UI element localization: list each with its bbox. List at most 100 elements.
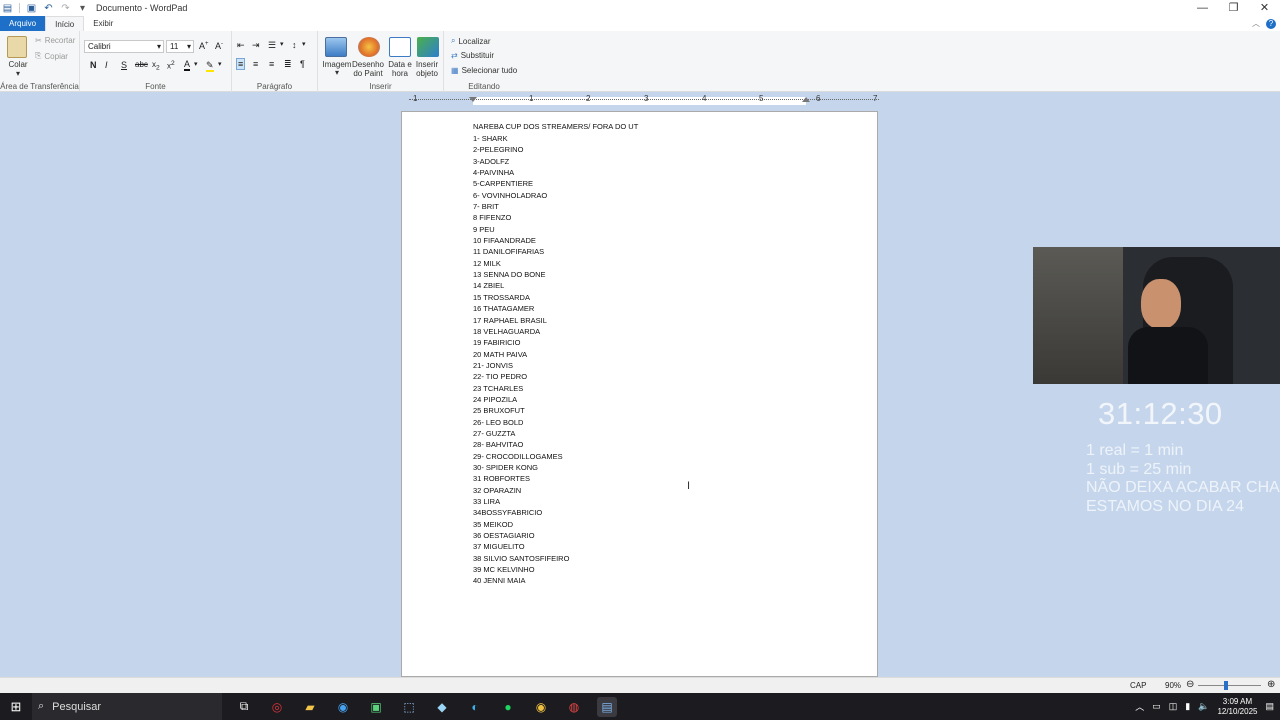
line-spacing-icon[interactable]: ↕ (292, 40, 297, 50)
tab-view[interactable]: Exibir (84, 16, 122, 31)
bullet-list-icon[interactable]: ☰ (268, 40, 276, 51)
paint-drawing-button[interactable]: Desenho do Paint (350, 60, 386, 78)
font-size-select[interactable]: 11 ▾ (166, 40, 194, 53)
font-family-value: Calibri (88, 42, 111, 51)
close-button[interactable]: ✕ (1249, 0, 1280, 16)
grow-font-icon[interactable]: A+ (199, 41, 209, 51)
chevron-down-icon[interactable]: ▾ (302, 40, 306, 48)
battery-icon[interactable]: ▮ (1185, 701, 1190, 712)
file-explorer-icon[interactable]: ▰ (300, 697, 320, 717)
bold-button[interactable]: N (90, 60, 97, 70)
paste-dropdown-icon[interactable]: ▾ (3, 69, 33, 78)
save-icon[interactable]: ▣ (26, 3, 37, 14)
document-line: 11 DANILOFIFARIAS (473, 247, 545, 257)
align-right-button[interactable]: ≡ (269, 59, 274, 69)
store-icon[interactable]: ⬚ (399, 697, 419, 717)
help-icon[interactable]: ? (1266, 18, 1276, 29)
app-icon[interactable]: ◎ (267, 697, 287, 717)
justify-button[interactable]: ≣ (284, 59, 292, 70)
spotify-icon[interactable]: ● (498, 697, 518, 717)
paragraph-settings-icon[interactable]: ¶ (300, 59, 305, 69)
webcam-icon[interactable]: ◫ (1169, 701, 1178, 712)
paste-button[interactable]: Colar (3, 60, 33, 69)
shrink-font-icon[interactable]: A- (215, 41, 223, 51)
right-indent-handle[interactable] (802, 97, 810, 102)
align-center-button[interactable]: ≡ (253, 59, 258, 69)
chevron-up-icon[interactable]: ︿ (1135, 700, 1144, 713)
copy-button[interactable]: ⎘ Copiar (35, 51, 68, 61)
zoom-slider-thumb[interactable] (1224, 681, 1229, 690)
document-line: 29- CROCODILLOGAMES (473, 451, 563, 461)
find-button[interactable]: ⌕ Localizar (451, 36, 491, 46)
ribbon-tabs: Arquivo Início Exibir ︿ ? (0, 16, 1280, 31)
speaker-icon[interactable]: 🔈 (1198, 701, 1209, 712)
tab-home[interactable]: Início (45, 16, 85, 31)
maximize-button[interactable]: ❐ (1218, 0, 1249, 16)
insert-object-icon[interactable] (417, 37, 439, 57)
wordpad-taskbar-icon[interactable]: ▤ (597, 696, 617, 717)
chevron-down-icon[interactable]: ▾ (218, 60, 222, 68)
superscript-button[interactable]: x2 (167, 60, 175, 71)
windows-start-icon[interactable]: ⊞ (0, 699, 32, 715)
tab-file[interactable]: Arquivo (0, 16, 46, 31)
strikethrough-button[interactable]: abc (135, 60, 148, 69)
obs-icon[interactable]: ◍ (564, 697, 584, 717)
document-line: 10 FIFAANDRADE (473, 236, 536, 246)
cut-button[interactable]: ✂ Recortar (35, 36, 75, 45)
chrome-icon[interactable]: ◉ (531, 697, 551, 717)
zoom-in-button[interactable]: ⊕ (1267, 679, 1275, 690)
title-bar: ▤ ▣ ↶ ↷ ▾ Documento - WordPad — ❐ ✕ (0, 0, 1280, 16)
zoom-out-button[interactable]: ⊖ (1186, 679, 1194, 690)
document-line: 31 ROBFORTES (473, 474, 530, 484)
document-line: 40 JENNI MAIA (473, 576, 526, 586)
clock-date: 12/10/2025 (1217, 706, 1258, 716)
underline-button[interactable]: S (121, 60, 127, 70)
insert-object-button[interactable]: Inserir objeto (412, 60, 442, 78)
replace-button[interactable]: ⇄ Substituir (451, 51, 494, 60)
customize-qat-icon[interactable]: ▾ (77, 3, 88, 14)
chevron-down-icon[interactable]: ▾ (320, 68, 354, 77)
paste-icon[interactable] (7, 36, 27, 58)
app-icon[interactable]: ▣ (366, 697, 386, 717)
redo-icon[interactable]: ↷ (60, 3, 71, 14)
increase-indent-icon[interactable]: ⇥ (252, 40, 260, 51)
notifications-icon[interactable]: ▤ (1265, 701, 1274, 712)
first-line-indent-handle[interactable] (469, 97, 477, 102)
calendar-clock-icon[interactable] (389, 37, 411, 57)
font-group-label: Fonte (145, 82, 166, 91)
decrease-indent-icon[interactable]: ⇤ (237, 40, 245, 51)
taskbar-search[interactable]: ⌕ Pesquisar (32, 693, 222, 720)
subscript-button[interactable]: x2 (152, 60, 160, 72)
status-bar: CAP 90% ⊖ ⊕ (0, 677, 1280, 693)
zoom-slider[interactable] (1198, 685, 1261, 686)
task-view-icon[interactable]: ⧉ (234, 697, 254, 717)
app-icon[interactable]: ◆ (432, 697, 452, 717)
paint-icon[interactable] (358, 37, 380, 57)
chevron-down-icon[interactable]: ▾ (280, 40, 284, 48)
collapse-ribbon-icon[interactable]: ︿ (1252, 18, 1260, 29)
document-page[interactable]: NAREBA CUP DOS STREAMERS/ FORA DO UT 1- … (401, 111, 878, 677)
image-icon[interactable] (325, 37, 347, 57)
ruler-tick: 5 (759, 94, 764, 103)
system-tray: ︿ ▭ ◫ ▮ 🔈 3:09 AM 12/10/2025 ▤ (1135, 693, 1274, 720)
font-family-select[interactable]: Calibri ▾ (84, 40, 164, 53)
insert-group: Imagem ▾ Desenho do Paint Data e hora In… (318, 31, 444, 92)
replace-label: Substituir (460, 51, 495, 60)
undo-icon[interactable]: ↶ (43, 3, 54, 14)
text-color-icon[interactable]: A (184, 59, 191, 71)
scissors-icon: ✂ (35, 36, 42, 45)
editing-group-label: Editando (468, 82, 500, 91)
select-all-button[interactable]: ▦ Selecionar tudo (451, 66, 517, 75)
edge-icon[interactable]: ◐ (465, 697, 485, 717)
align-left-button[interactable]: ≡ (236, 58, 246, 70)
italic-button[interactable]: I (105, 60, 108, 70)
minimize-button[interactable]: — (1187, 0, 1218, 16)
clock[interactable]: 3:09 AM 12/10/2025 (1217, 697, 1257, 717)
chevron-down-icon[interactable]: ▾ (194, 60, 198, 68)
ruler[interactable]: 1 1 2 3 4 5 6 7 (401, 94, 879, 108)
ruler-tick: 1 (413, 94, 418, 103)
network-icon[interactable]: ▭ (1152, 701, 1161, 712)
wordpad-icon: ▤ (2, 2, 13, 14)
chrome-icon[interactable]: ◉ (333, 697, 353, 717)
highlight-icon[interactable]: ✎ (206, 60, 214, 72)
